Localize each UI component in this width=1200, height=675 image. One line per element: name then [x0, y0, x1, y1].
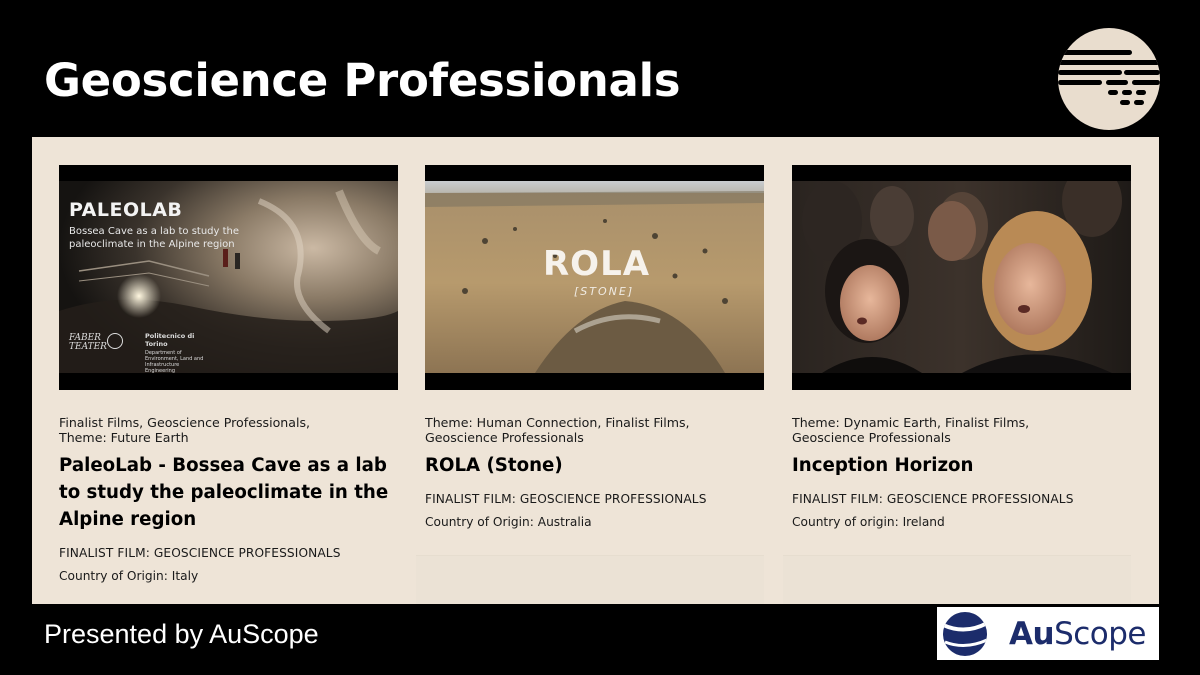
film-categories: Theme: Dynamic Earth, Finalist Films, Ge…: [792, 415, 1030, 445]
film-country: Country of Origin: Italy: [59, 569, 199, 583]
films-panel: PALEOLAB Bossea Cave as a lab to study t…: [32, 137, 1159, 604]
film-title[interactable]: ROLA (Stone): [425, 452, 764, 479]
auscope-circle-logo: [1058, 28, 1160, 130]
film-award-label: FINALIST FILM: GEOSCIENCE PROFESSIONALS: [59, 546, 341, 560]
film-title[interactable]: PaleoLab - Bossea Cave as a lab to study…: [59, 452, 398, 533]
film-categories: Theme: Human Connection, Finalist Films,…: [425, 415, 690, 445]
film-country: Country of Origin: Australia: [425, 515, 592, 529]
film-categories: Finalist Films, Geoscience Professionals…: [59, 415, 311, 445]
film-thumbnail[interactable]: PALEOLAB Bossea Cave as a lab to study t…: [59, 165, 398, 390]
producer-logo: FABER TEATER: [69, 333, 107, 352]
card-footer-shade: [783, 555, 1131, 604]
thumbnail-subtitle: [STONE]: [574, 285, 635, 298]
slide-title: Geoscience Professionals: [44, 54, 681, 107]
thumbnail-title: ROLA: [543, 244, 651, 284]
choir-image: [792, 181, 1131, 373]
film-title[interactable]: Inception Horizon: [792, 452, 1131, 479]
film-thumbnail[interactable]: [792, 165, 1131, 390]
university-name: Politecnico di Torino Department of Envi…: [145, 332, 204, 373]
thumbnail-subtitle: Bossea Cave as a lab to study the paleoc…: [69, 226, 240, 250]
film-thumbnail[interactable]: ROLA [STONE]: [425, 165, 764, 390]
film-award-label: FINALIST FILM: GEOSCIENCE PROFESSIONALS: [792, 492, 1074, 506]
thumbnail-title: PALEOLAB: [69, 199, 183, 221]
auscope-logo: AuScope: [937, 607, 1159, 660]
auscope-globe-icon: [943, 612, 987, 656]
film-country: Country of origin: Ireland: [792, 515, 945, 529]
card-footer-shade: [416, 555, 764, 604]
presented-by-text: Presented by AuScope: [44, 619, 319, 649]
film-card-paleolab[interactable]: PALEOLAB Bossea Cave as a lab to study t…: [59, 165, 398, 583]
university-seal-icon: [107, 333, 123, 349]
film-card-inception-horizon[interactable]: Theme: Dynamic Earth, Finalist Films, Ge…: [792, 165, 1131, 529]
film-card-rola[interactable]: ROLA [STONE] Theme: Human Connection, Fi…: [425, 165, 764, 529]
film-award-label: FINALIST FILM: GEOSCIENCE PROFESSIONALS: [425, 492, 707, 506]
auscope-wordmark: AuScope: [1009, 616, 1147, 652]
